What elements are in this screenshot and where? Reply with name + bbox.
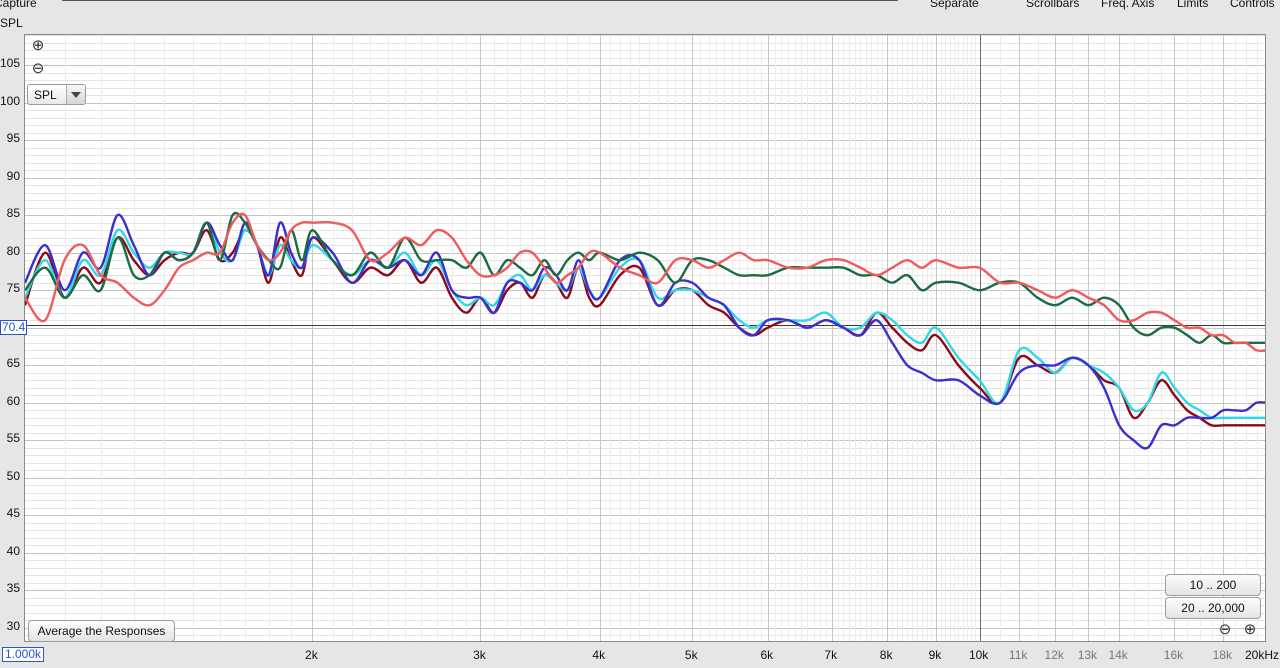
x-tick-label: 5k [684, 648, 698, 662]
capture-button[interactable]: Capture [0, 0, 37, 10]
average-responses-button[interactable]: Average the Responses [28, 620, 175, 642]
range-20-20000-button[interactable]: 20 .. 20,000 [1165, 597, 1261, 619]
measurement-type-dropdown[interactable]: SPL [27, 84, 86, 105]
x-tick-label: 16k [1163, 648, 1184, 662]
frequency-response-chart[interactable] [25, 35, 1266, 642]
y-tick-label: 95 [6, 131, 20, 146]
y-axis-title: SPL [0, 16, 23, 30]
zoom-out-x-icon[interactable]: ⊖ [1217, 622, 1233, 638]
x-tick-label: 6k [760, 648, 774, 662]
scrollbars-button[interactable]: Scrollbars [1026, 0, 1079, 10]
separate-button[interactable]: Separate [930, 0, 979, 10]
y-tick-label: 75 [6, 281, 20, 296]
x-tick-label: 20kHz [1244, 648, 1280, 662]
zoom-out-icon[interactable]: ⊖ [30, 61, 46, 77]
y-tick-label: 100 [0, 93, 21, 108]
response-trace-3 [25, 213, 1265, 450]
y-tick-label: 55 [6, 431, 20, 446]
toolbar: Capture Separate Scrollbars Freq. Axis L… [0, 0, 1280, 12]
x-tick-label: 9k [928, 648, 942, 662]
y-tick-label: 80 [6, 243, 20, 258]
y-tick-label: 35 [6, 581, 20, 596]
range-10-200-button[interactable]: 10 .. 200 [1165, 574, 1261, 596]
chevron-down-icon[interactable] [66, 85, 85, 104]
x-tick-label: 12k [1044, 648, 1064, 662]
x-tick-label: 18k [1212, 648, 1232, 662]
y-tick-label: 60 [6, 393, 20, 408]
y-tick-label: 30 [6, 618, 20, 633]
x-tick-label: 11k [1008, 648, 1028, 662]
y-tick-label: 105 [0, 56, 21, 71]
response-trace-1 [25, 228, 1265, 428]
y-tick-label: 45 [6, 506, 20, 521]
x-tick-label: 13k [1077, 648, 1098, 662]
dropdown-value: SPL [34, 88, 57, 102]
x-tick-label: 7k [824, 648, 838, 662]
x-axis-start-value[interactable]: 1.000k [2, 647, 45, 662]
freq-axis-button[interactable]: Freq. Axis [1101, 0, 1154, 10]
zoom-in-x-icon[interactable]: ⊕ [1242, 622, 1258, 638]
cursor-spl-readout: 70.4 [0, 320, 28, 335]
x-tick-label: 4k [592, 648, 606, 662]
y-tick-label: 65 [6, 356, 20, 371]
x-tick-label: 3k [473, 648, 486, 662]
y-tick-label: 90 [6, 168, 20, 183]
limits-button[interactable]: Limits [1177, 0, 1208, 10]
x-tick-label: 2k [305, 648, 318, 662]
toolbar-divider [62, 0, 898, 1]
controls-button[interactable]: Controls [1230, 0, 1275, 10]
plot-area[interactable] [24, 34, 1266, 642]
x-tick-label: 8k [879, 648, 893, 662]
y-tick-label: 85 [6, 206, 20, 221]
x-tick-label: 10k [968, 648, 989, 662]
y-tick-label: 40 [6, 543, 20, 558]
zoom-in-icon[interactable]: ⊕ [30, 38, 46, 54]
y-tick-label: 50 [6, 468, 20, 483]
x-tick-label: 14k [1108, 648, 1128, 662]
